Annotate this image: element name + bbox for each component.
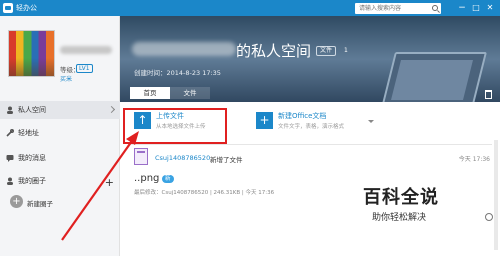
minimize-button[interactable]: −: [456, 2, 468, 14]
user-extra-link[interactable]: 买米: [60, 74, 72, 83]
sidebar-item-label: 轻地址: [18, 129, 39, 137]
sidebar-item-light-address[interactable]: 轻地址: [0, 124, 120, 142]
trash-icon[interactable]: [485, 90, 492, 99]
chat-icon: [6, 155, 14, 162]
feed-time: 今天 17:36: [458, 156, 490, 163]
search-box[interactable]: [355, 3, 441, 14]
chevron-right-icon: [107, 105, 116, 114]
app-title: 轻办公: [16, 4, 37, 12]
maximize-button[interactable]: □: [470, 2, 482, 14]
add-circle-button[interactable]: +: [105, 174, 114, 192]
level-badge[interactable]: LV1: [76, 64, 93, 73]
divider: [130, 144, 492, 145]
space-title: 的私人空间: [236, 42, 312, 60]
new-badge: 新: [162, 175, 174, 183]
watermark-subtitle: 助你轻松解决: [372, 213, 427, 223]
created-time: 创建时间：2014-8-23 17:35: [134, 69, 221, 77]
highlight-box: [123, 108, 227, 144]
owner-name-blurred: [132, 42, 236, 56]
plus-icon: +: [256, 112, 273, 129]
username-blurred: [60, 46, 112, 54]
tab-home[interactable]: 首页: [130, 87, 170, 99]
file-name-link[interactable]: ..png: [134, 173, 159, 184]
file-info: 最后修改：Csuj1408786520 | 246.31KB | 今天 17:3…: [134, 190, 275, 196]
search-input[interactable]: [355, 3, 429, 14]
chevron-down-icon[interactable]: [368, 120, 374, 123]
file-icon: [134, 148, 148, 165]
sidebar-item-my-circles[interactable]: 我的圈子 +: [0, 172, 120, 190]
watermark-title: 百科全说: [363, 187, 439, 208]
new-doc-subtitle: 文件文字，表格，演示格式: [278, 124, 345, 130]
sidebar-item-label: 私人空间: [18, 106, 46, 114]
new-office-doc-button[interactable]: + 新建Office文档 文件文字，表格，演示格式: [252, 108, 372, 138]
tab-files[interactable]: 文件: [170, 87, 210, 99]
app-logo-icon: [3, 3, 13, 13]
sidebar-item-label: 我的消息: [18, 154, 46, 162]
link-icon: [6, 129, 14, 137]
settings-icon[interactable]: [485, 213, 493, 221]
new-circle-link[interactable]: 新建圈子: [27, 198, 53, 208]
title-bar: 轻办公 − □ ✕: [0, 0, 500, 16]
files-tag[interactable]: 文件: [316, 46, 337, 56]
close-button[interactable]: ✕: [484, 2, 496, 14]
sidebar-item-messages[interactable]: 我的消息: [0, 149, 120, 167]
feed-actor-link[interactable]: Csuj1408786520: [155, 154, 210, 162]
avatar[interactable]: [8, 30, 55, 77]
new-circle-icon[interactable]: +: [10, 195, 23, 208]
files-count: 1: [344, 47, 348, 54]
group-icon: [7, 177, 13, 185]
feed-action: 新增了文件: [210, 156, 243, 164]
search-icon[interactable]: [432, 5, 438, 11]
laptop-background-image: [381, 52, 487, 108]
sidebar-item-label: 我的圈子: [18, 177, 46, 185]
new-doc-title: 新建Office文档: [278, 112, 327, 120]
scrollbar[interactable]: [494, 140, 498, 250]
person-icon: [7, 106, 13, 114]
sidebar-item-private-space[interactable]: 私人空间: [0, 101, 120, 119]
